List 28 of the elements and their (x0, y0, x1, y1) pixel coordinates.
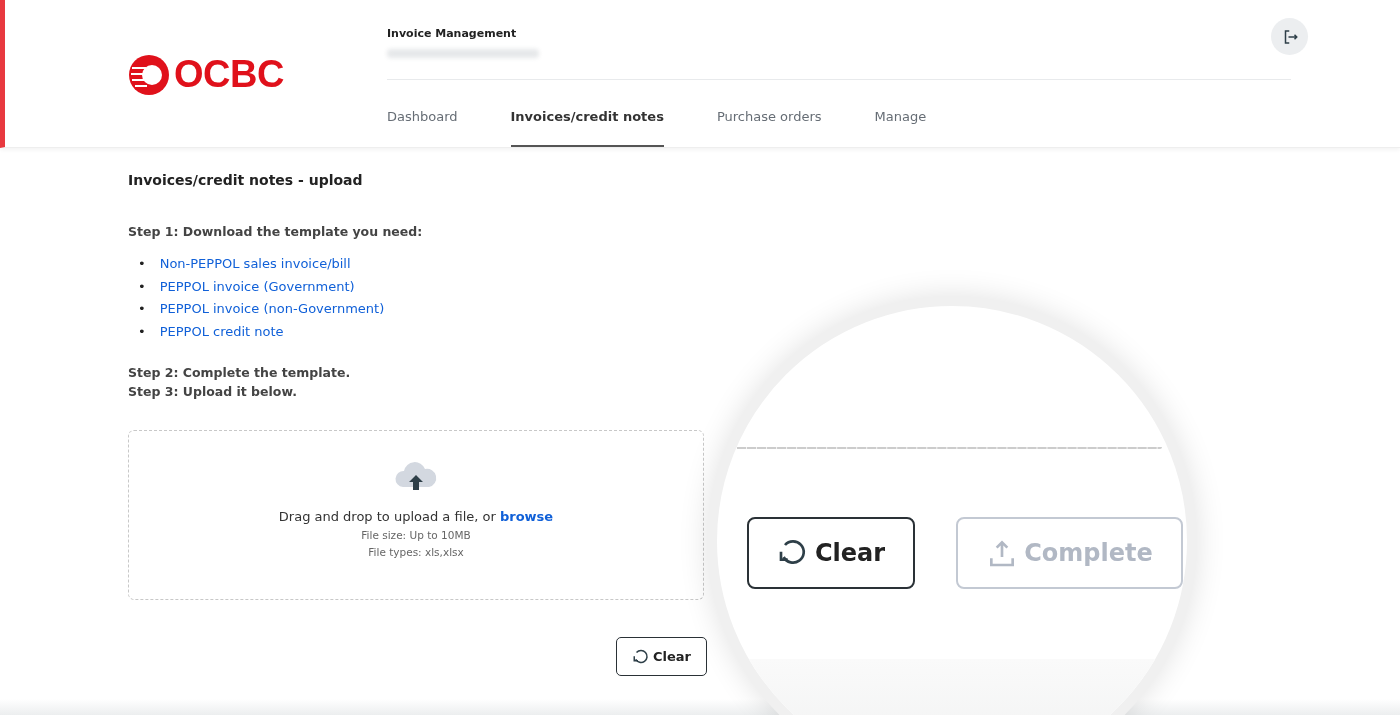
template-link[interactable]: PEPPOL invoice (Government) (159, 275, 355, 298)
template-link[interactable]: PEPPOL credit note (159, 320, 284, 343)
step-text: Step 1: Download the template you need: (128, 223, 424, 241)
bullet: • (138, 322, 146, 341)
clear-button[interactable]: Clear (616, 637, 707, 676)
clear-button[interactable]: Clear (747, 517, 916, 589)
app-title: Invoice Management (387, 27, 518, 40)
template-link[interactable]: Non-PEPPOL sales invoice/bill (159, 253, 351, 276)
logo-emblem-icon (128, 53, 170, 96)
step-text: Step 2: Complete the template. (128, 364, 352, 382)
bullet: • (138, 255, 146, 273)
nav-tab[interactable]: Invoices/credit notes (510, 80, 664, 147)
nav-tab[interactable]: Purchase orders (716, 80, 822, 147)
page-heading: Invoices/credit notes - upload (128, 172, 364, 188)
logout-button[interactable] (1271, 18, 1308, 55)
file-size-text: File size: Up to 10MB (361, 529, 471, 541)
upload-prompt: Drag and drop to upload a file, or browse (278, 509, 554, 524)
step-text: Step 3: Upload it below. (128, 383, 298, 401)
bullet: • (138, 277, 146, 296)
upload-dropzone[interactable]: Drag and drop to upload a file, or browse File size: Up to 10MB File types: xls,xlsx (128, 430, 704, 600)
template-link[interactable]: PEPPOL invoice (non-Government) (159, 298, 385, 321)
refresh-icon (632, 647, 650, 666)
nav-tab[interactable]: Manage (874, 80, 927, 147)
file-types-text: File types: xls,xlsx (368, 546, 464, 558)
logo-text: OCBC (174, 53, 284, 96)
browse-link[interactable]: browse (499, 509, 554, 524)
bullet: • (138, 300, 146, 318)
nav-tab[interactable]: Dashboard (387, 80, 458, 147)
